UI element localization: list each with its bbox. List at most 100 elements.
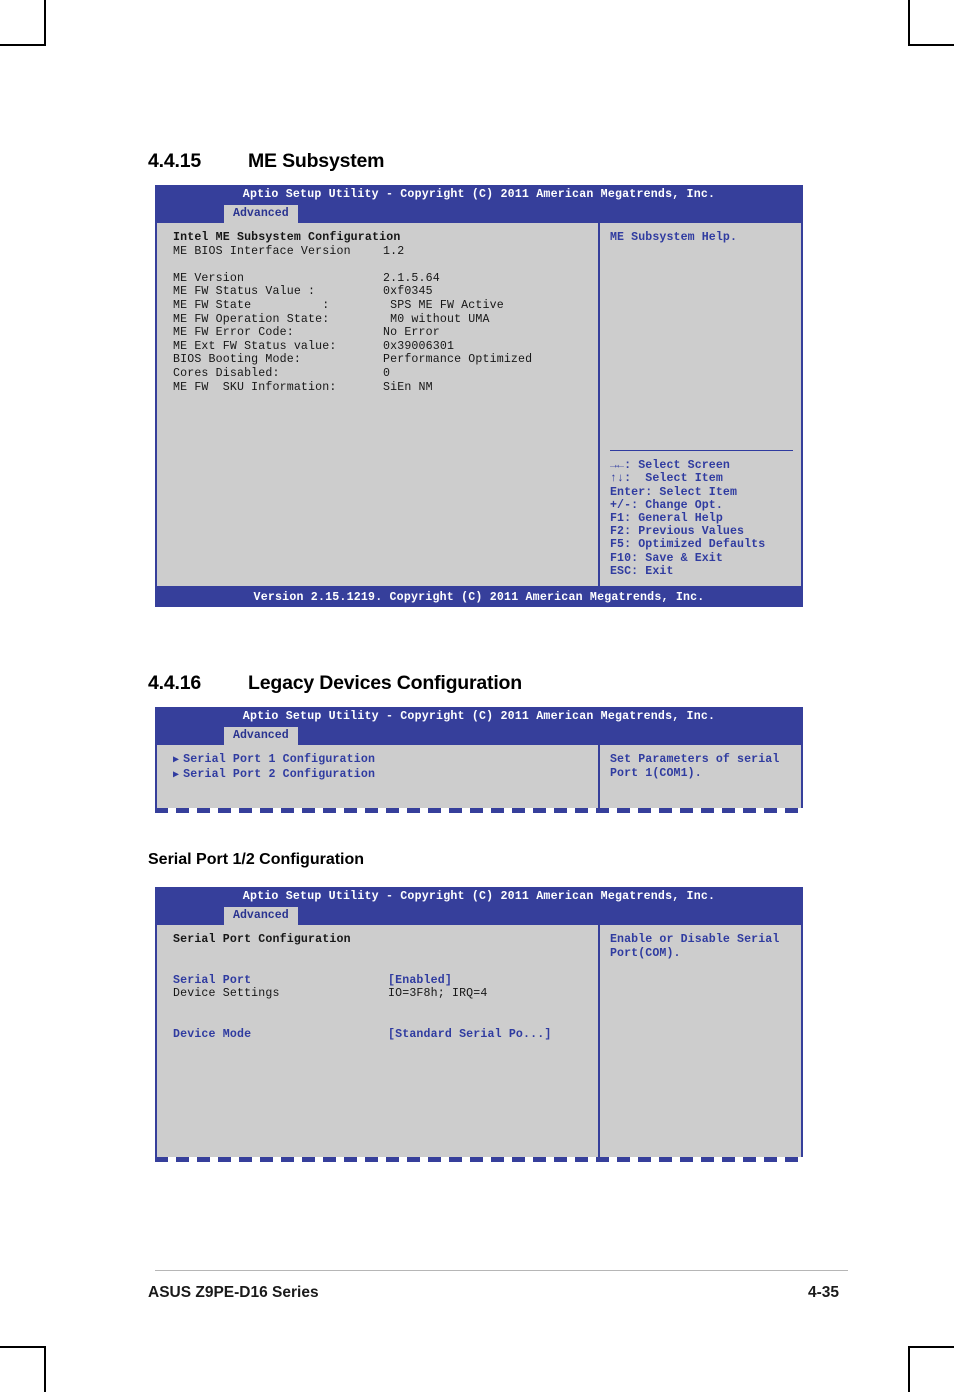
bios-tab-row: Advanced xyxy=(155,906,803,925)
row-label: ME BIOS Interface Version xyxy=(173,244,351,258)
section-heading-4-4-15: 4.4.15 ME Subsystem xyxy=(148,150,385,173)
nav-key-select-screen: →←: Select Screen xyxy=(610,459,730,473)
tab-advanced[interactable]: Advanced xyxy=(224,727,298,745)
section-title: Legacy Devices Configuration xyxy=(248,672,522,694)
nav-key-f5: F5: Optimized Defaults xyxy=(610,538,766,552)
row-label: Cores Disabled: xyxy=(173,366,280,380)
table-row[interactable]: ME FW Status Value : 0xf0345 xyxy=(173,285,598,299)
footer-divider xyxy=(155,1270,848,1271)
row-label: ME FW Status Value : xyxy=(173,285,316,299)
help-divider xyxy=(610,450,793,452)
nav-key-select-item: ↑↓: Select Item xyxy=(610,472,723,486)
nav-key-f10: F10: Save & Exit xyxy=(610,551,723,565)
list-item[interactable]: ▶ Serial Port 2 Configuration xyxy=(173,768,598,783)
help-text: ME Subsystem Help. xyxy=(610,231,738,244)
serial-config-heading: Serial Port Configuration xyxy=(173,933,351,946)
table-row[interactable]: ME Ext FW Status value: 0x39006301 xyxy=(173,340,598,354)
bios-help-pane: Set Parameters of serial Port 1(COM1). xyxy=(600,745,801,808)
nav-key-enter: Enter: Select Item xyxy=(610,485,738,499)
row-value: [Enabled] xyxy=(388,973,452,987)
bios-main-pane: ▶ Serial Port 1 Configuration ▶ Serial Por… xyxy=(157,745,600,808)
nav-key-esc: ESC: Exit xyxy=(610,564,674,578)
row-value: [Standard Serial Po...] xyxy=(388,1028,552,1042)
bios-tab-row: Advanced xyxy=(155,726,803,745)
table-row[interactable]: ME FW Operation State: M0 without UMA xyxy=(173,313,598,327)
bios-tab-row: Advanced xyxy=(155,204,803,223)
section-number: 4.4.16 xyxy=(148,672,202,694)
crop-mark-top-right-horizontal xyxy=(908,44,954,46)
help-text: Set Parameters of serial Port 1(COM1). xyxy=(610,753,780,780)
list-item-label: Serial Port 1 Configuration xyxy=(183,753,376,766)
crop-mark-bottom-right-horizontal xyxy=(908,1346,954,1348)
bios-body: ▶ Serial Port 1 Configuration ▶ Serial Por… xyxy=(155,745,803,808)
list-item[interactable]: ▶ Serial Port 1 Configuration xyxy=(173,753,598,768)
table-row[interactable]: ME FW SKU Information: SiEn NM xyxy=(173,381,598,395)
row-label: Device Settings xyxy=(173,987,280,1001)
crop-mark-top-left-horizontal xyxy=(0,44,46,46)
row-label: ME FW Error Code: xyxy=(173,326,294,340)
nav-key-f1: F1: General Help xyxy=(610,511,723,525)
row-value: IO=3F8h; IRQ=4 xyxy=(388,987,488,1001)
row-label: ME FW Operation State: xyxy=(173,312,330,326)
bios-titlebar: Aptio Setup Utility - Copyright (C) 2011… xyxy=(155,707,803,726)
nav-key-f2: F2: Previous Values xyxy=(610,525,745,539)
table-row[interactable]: Device Mode [Standard Serial Po...] xyxy=(173,1028,598,1042)
me-config-heading: Intel ME Subsystem Configuration xyxy=(173,231,401,244)
bios-main-pane: Serial Port Configuration Serial Port [En… xyxy=(157,925,600,1157)
table-row[interactable]: ME FW Error Code: No Error xyxy=(173,326,598,340)
row-value: 0xf0345 xyxy=(383,285,433,299)
bios-footer: Version 2.15.1219. Copyright (C) 2011 Am… xyxy=(155,588,803,607)
row-value: M0 without UMA xyxy=(383,312,490,326)
row-label: BIOS Booting Mode: xyxy=(173,353,301,367)
section-title: ME Subsystem xyxy=(248,150,385,172)
table-row[interactable]: ME FW State : SPS ME FW Active xyxy=(173,299,598,313)
row-value: 1.2 xyxy=(383,244,405,258)
bios-help-pane: ME Subsystem Help. →←: Select Screen ↑↓:… xyxy=(600,223,801,586)
row-label: ME FW State : xyxy=(173,298,330,312)
crop-mark-top-left-vertical xyxy=(44,0,46,46)
bios-screen-legacy-devices: Aptio Setup Utility - Copyright (C) 2011… xyxy=(155,707,803,813)
list-item-label: Serial Port 2 Configuration xyxy=(183,767,376,781)
table-row[interactable]: Device Settings IO=3F8h; IRQ=4 xyxy=(173,987,598,1001)
table-row[interactable]: BIOS Booting Mode: Performance Optimized xyxy=(173,353,598,367)
footer-product-name: ASUS Z9PE-D16 Series xyxy=(148,1284,319,1301)
bios-screen-serial-port: Aptio Setup Utility - Copyright (C) 2011… xyxy=(155,887,803,1162)
row-value: Performance Optimized xyxy=(383,353,533,367)
page-cut-dashed-edge xyxy=(155,1157,803,1162)
row-label: Serial Port xyxy=(173,973,252,987)
nav-key-change-opt: +/-: Change Opt. xyxy=(610,498,723,512)
tab-advanced[interactable]: Advanced xyxy=(224,907,298,925)
footer-page-number: 4-35 xyxy=(808,1284,840,1301)
triangle-right-icon: ▶ xyxy=(173,769,180,781)
row-label: ME Version xyxy=(173,271,245,285)
table-row[interactable]: ME Version 2.1.5.64 xyxy=(173,272,598,286)
crop-mark-bottom-left-horizontal xyxy=(0,1346,46,1348)
bios-body: Serial Port Configuration Serial Port [En… xyxy=(155,925,803,1157)
row-value: SiEn NM xyxy=(383,380,433,394)
table-row[interactable]: Serial Port [Enabled] xyxy=(173,974,598,988)
row-value: No Error xyxy=(383,326,440,340)
crop-mark-top-right-vertical xyxy=(908,0,910,46)
bios-body: Intel ME Subsystem Configuration ME BIOS… xyxy=(155,223,803,588)
crop-mark-bottom-left-vertical xyxy=(44,1346,46,1392)
tab-advanced[interactable]: Advanced xyxy=(224,205,298,223)
section-heading-4-4-16: 4.4.16 Legacy Devices Configuration xyxy=(148,672,522,695)
row-value: 0 xyxy=(383,366,391,380)
bios-screen-me-subsystem: Aptio Setup Utility - Copyright (C) 2011… xyxy=(155,185,803,607)
row-label: Device Mode xyxy=(173,1028,252,1042)
row-value: 2.1.5.64 xyxy=(383,271,440,285)
row-value: SPS ME FW Active xyxy=(383,298,504,312)
bios-help-pane: Enable or Disable Serial Port(COM). xyxy=(600,925,801,1157)
help-text: Enable or Disable Serial Port(COM). xyxy=(610,933,780,960)
row-label: ME FW SKU Information: xyxy=(173,380,337,394)
help-spacer xyxy=(610,245,801,451)
bios-titlebar: Aptio Setup Utility - Copyright (C) 2011… xyxy=(155,185,803,204)
table-row[interactable]: Cores Disabled: 0 xyxy=(173,367,598,381)
table-row[interactable]: ME BIOS Interface Version 1.2 xyxy=(173,245,598,259)
bios-main-pane: Intel ME Subsystem Configuration ME BIOS… xyxy=(157,223,600,586)
page-cut-dashed-edge xyxy=(155,808,803,813)
section-number: 4.4.15 xyxy=(148,150,202,172)
crop-mark-bottom-right-vertical xyxy=(908,1346,910,1392)
subheading-serial-port: Serial Port 1/2 Configuration xyxy=(148,851,365,868)
row-label: ME Ext FW Status value: xyxy=(173,339,337,353)
